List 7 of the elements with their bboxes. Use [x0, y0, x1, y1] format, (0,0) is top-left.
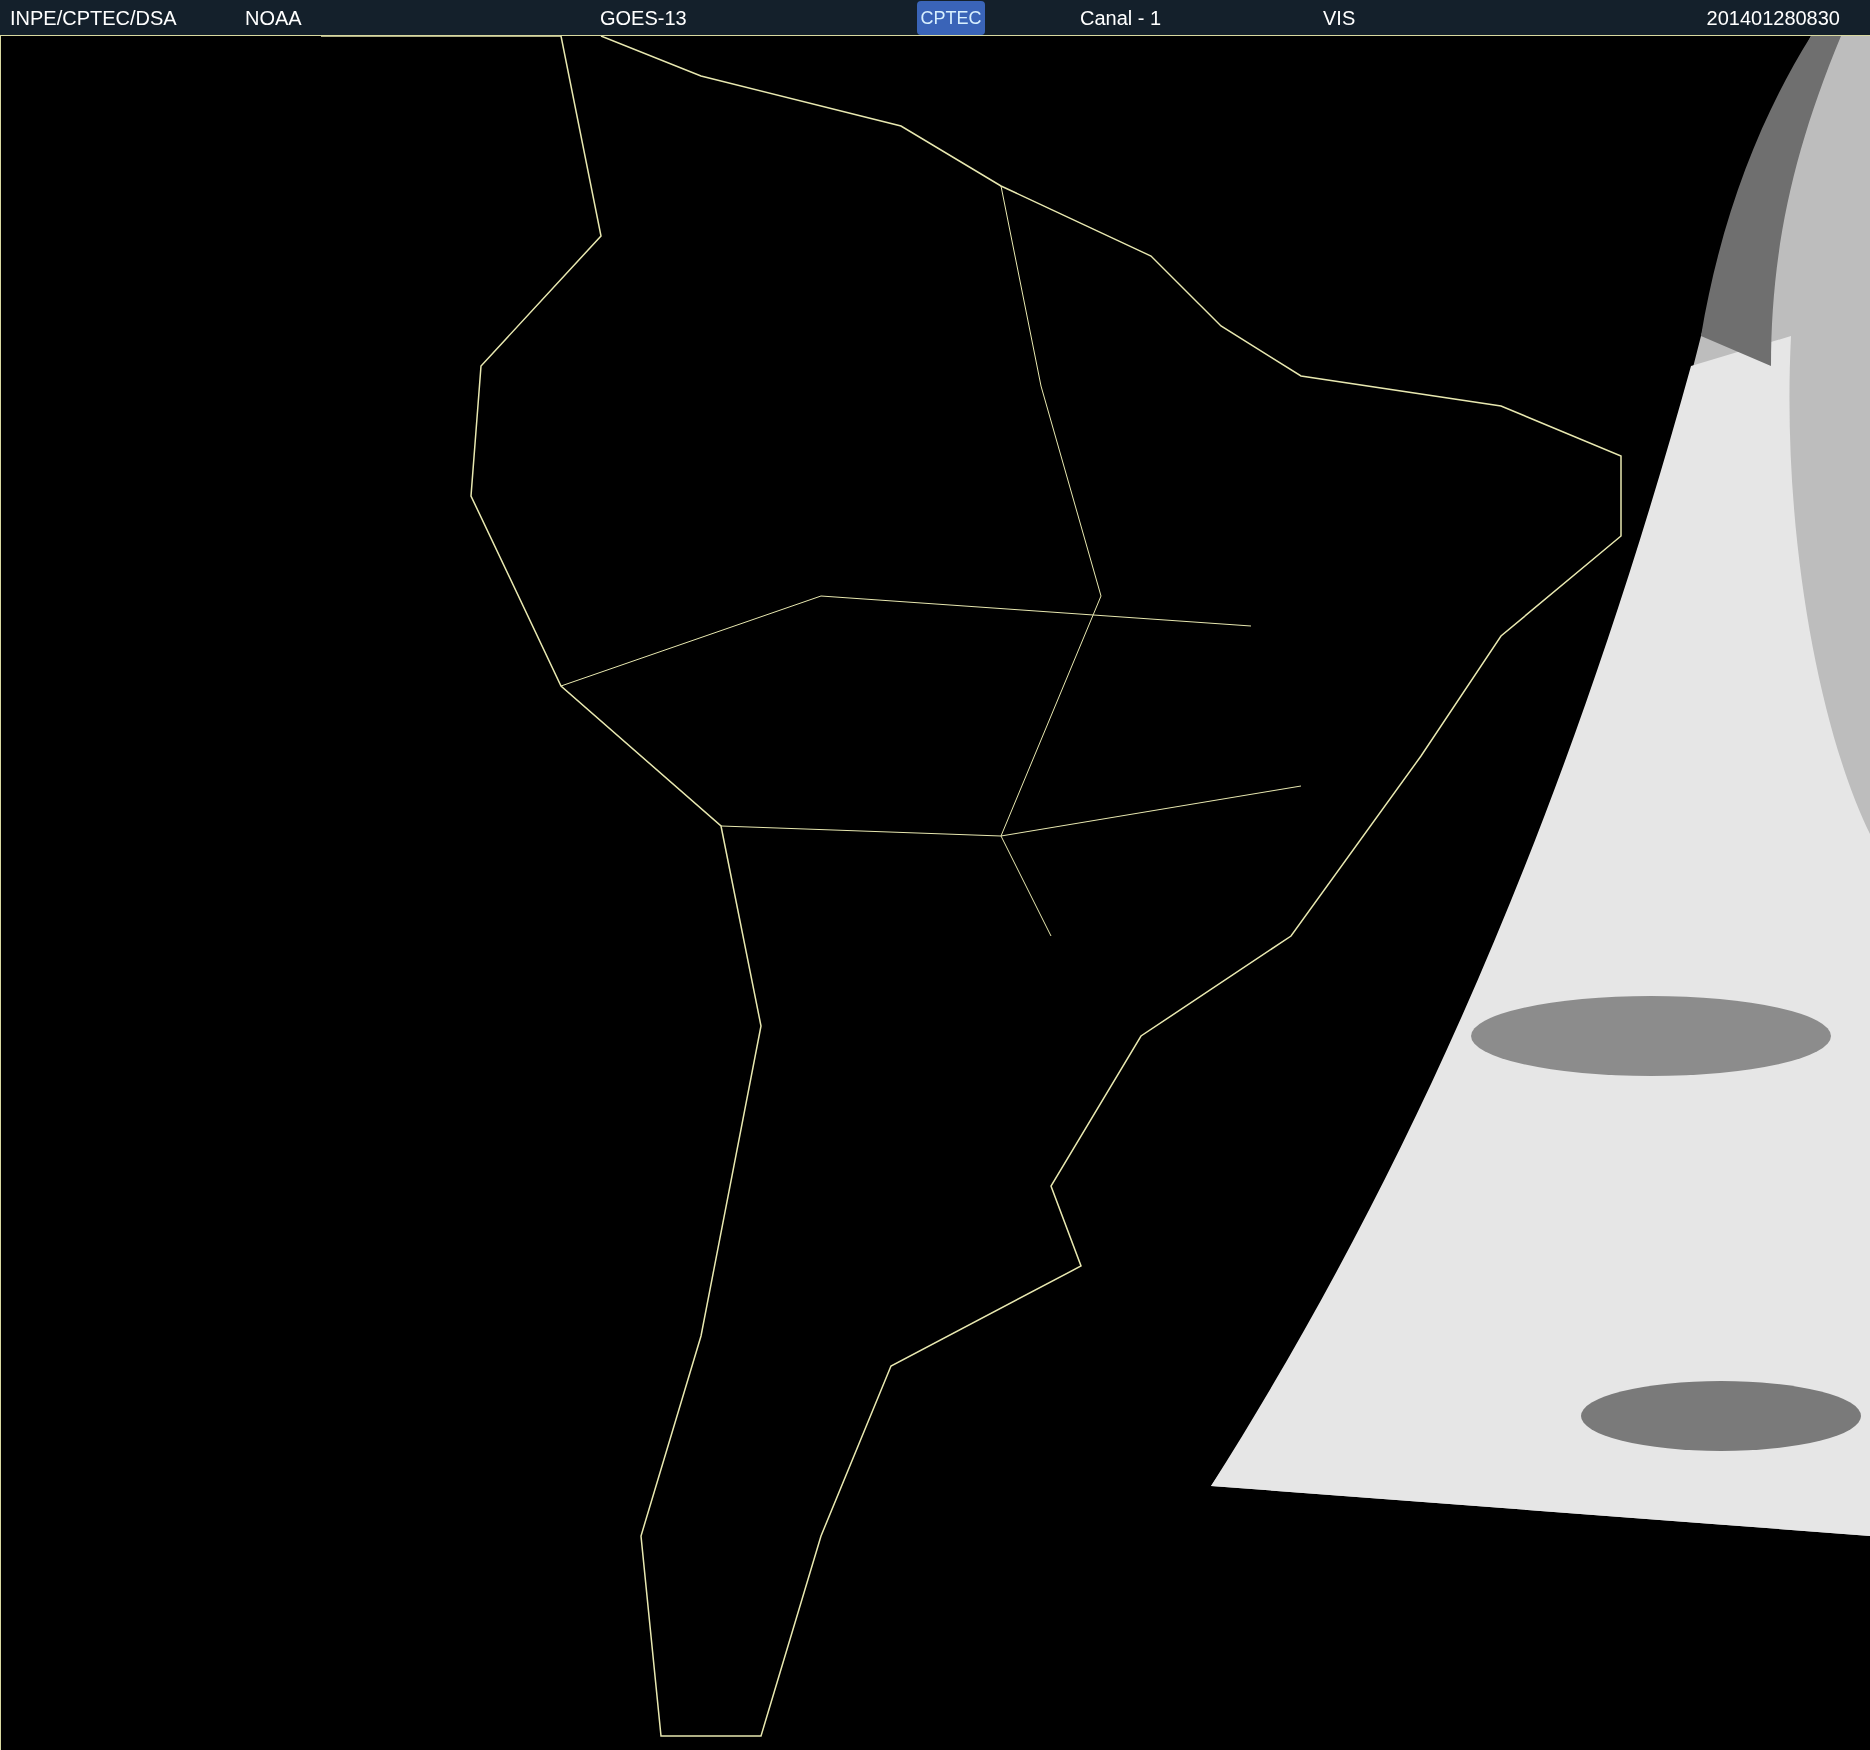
timestamp-label: 201401280830: [1706, 7, 1840, 28]
channel-label: Canal - 1: [1080, 7, 1163, 28]
satellite-label: GOES-13: [600, 7, 688, 28]
source-label: INPE/CPTEC/DSA: [10, 7, 178, 28]
logo: CPTEC: [917, 0, 985, 35]
band-label: VIS: [1323, 7, 1356, 28]
agency-label: NOAA: [245, 7, 303, 28]
